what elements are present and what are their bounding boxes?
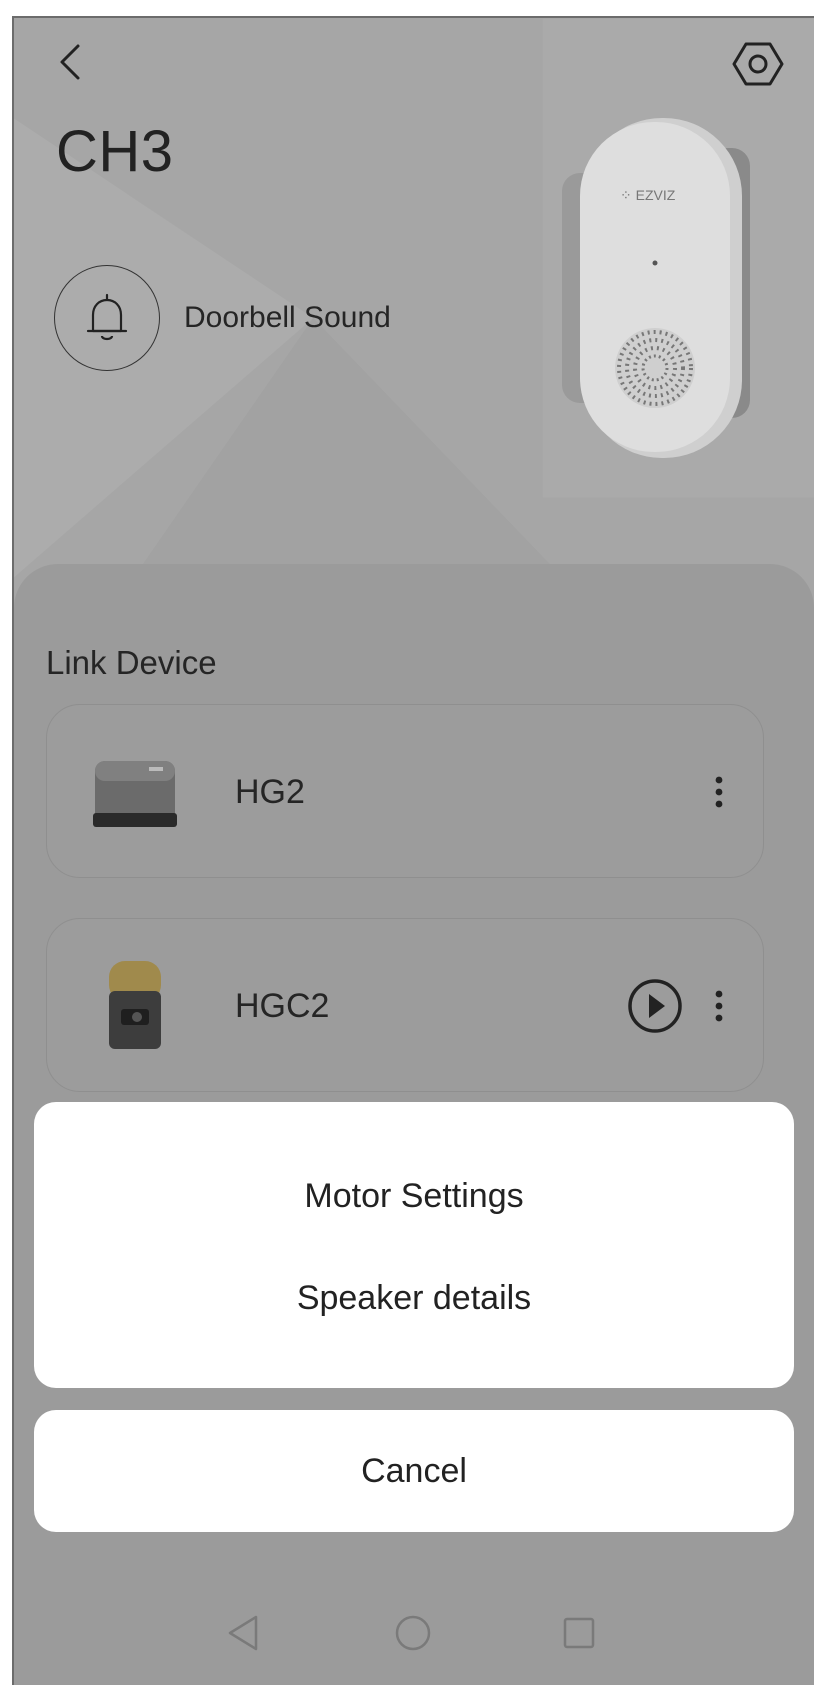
- play-circle-icon: [628, 979, 682, 1033]
- hgc2-device-thumbnail: [109, 961, 161, 1049]
- back-button[interactable]: [48, 40, 92, 84]
- brand-logo: ⁘ EZVIZ: [620, 187, 676, 203]
- nav-recents-button[interactable]: [552, 1606, 606, 1660]
- app-screen: CH3 Doorbell Sound ⁘ EZVIZ Link Device H…: [12, 16, 814, 1685]
- chevron-left-icon: [60, 44, 80, 80]
- motor-settings-option[interactable]: Motor Settings: [34, 1151, 794, 1241]
- bell-button-circle: [54, 265, 160, 371]
- more-vertical-icon: [715, 776, 723, 808]
- square-recents-icon: [563, 1617, 595, 1649]
- circle-home-icon: [395, 1615, 431, 1651]
- doorbell-sound-label: Doorbell Sound: [184, 301, 391, 334]
- options-action-sheet: Motor Settings Speaker details: [34, 1102, 794, 1388]
- nav-home-button[interactable]: [386, 1606, 440, 1660]
- more-options-button[interactable]: [707, 986, 731, 1026]
- hg2-device-thumbnail: [93, 761, 177, 827]
- chime-device-image: ⁘ EZVIZ: [562, 118, 750, 458]
- more-vertical-icon: [715, 990, 723, 1022]
- link-device-title: Link Device: [46, 644, 217, 681]
- bell-icon: [86, 293, 128, 341]
- hexagon-gear-icon: [732, 42, 784, 86]
- triangle-back-icon: [228, 1615, 258, 1651]
- cancel-button[interactable]: Cancel: [34, 1410, 794, 1532]
- system-nav-bar: [14, 1588, 814, 1678]
- device-card-hg2[interactable]: HG2: [46, 704, 764, 878]
- device-name: HG2: [235, 773, 305, 811]
- nav-back-button[interactable]: [216, 1606, 270, 1660]
- doorbell-sound-button[interactable]: Doorbell Sound: [54, 264, 391, 372]
- speaker-details-option[interactable]: Speaker details: [34, 1253, 794, 1343]
- settings-button[interactable]: [730, 36, 786, 92]
- play-button[interactable]: [627, 978, 683, 1034]
- page-title: CH3: [56, 119, 174, 184]
- device-card-hgc2[interactable]: HGC2: [46, 918, 764, 1092]
- more-options-button[interactable]: [707, 772, 731, 812]
- device-name: HGC2: [235, 987, 330, 1025]
